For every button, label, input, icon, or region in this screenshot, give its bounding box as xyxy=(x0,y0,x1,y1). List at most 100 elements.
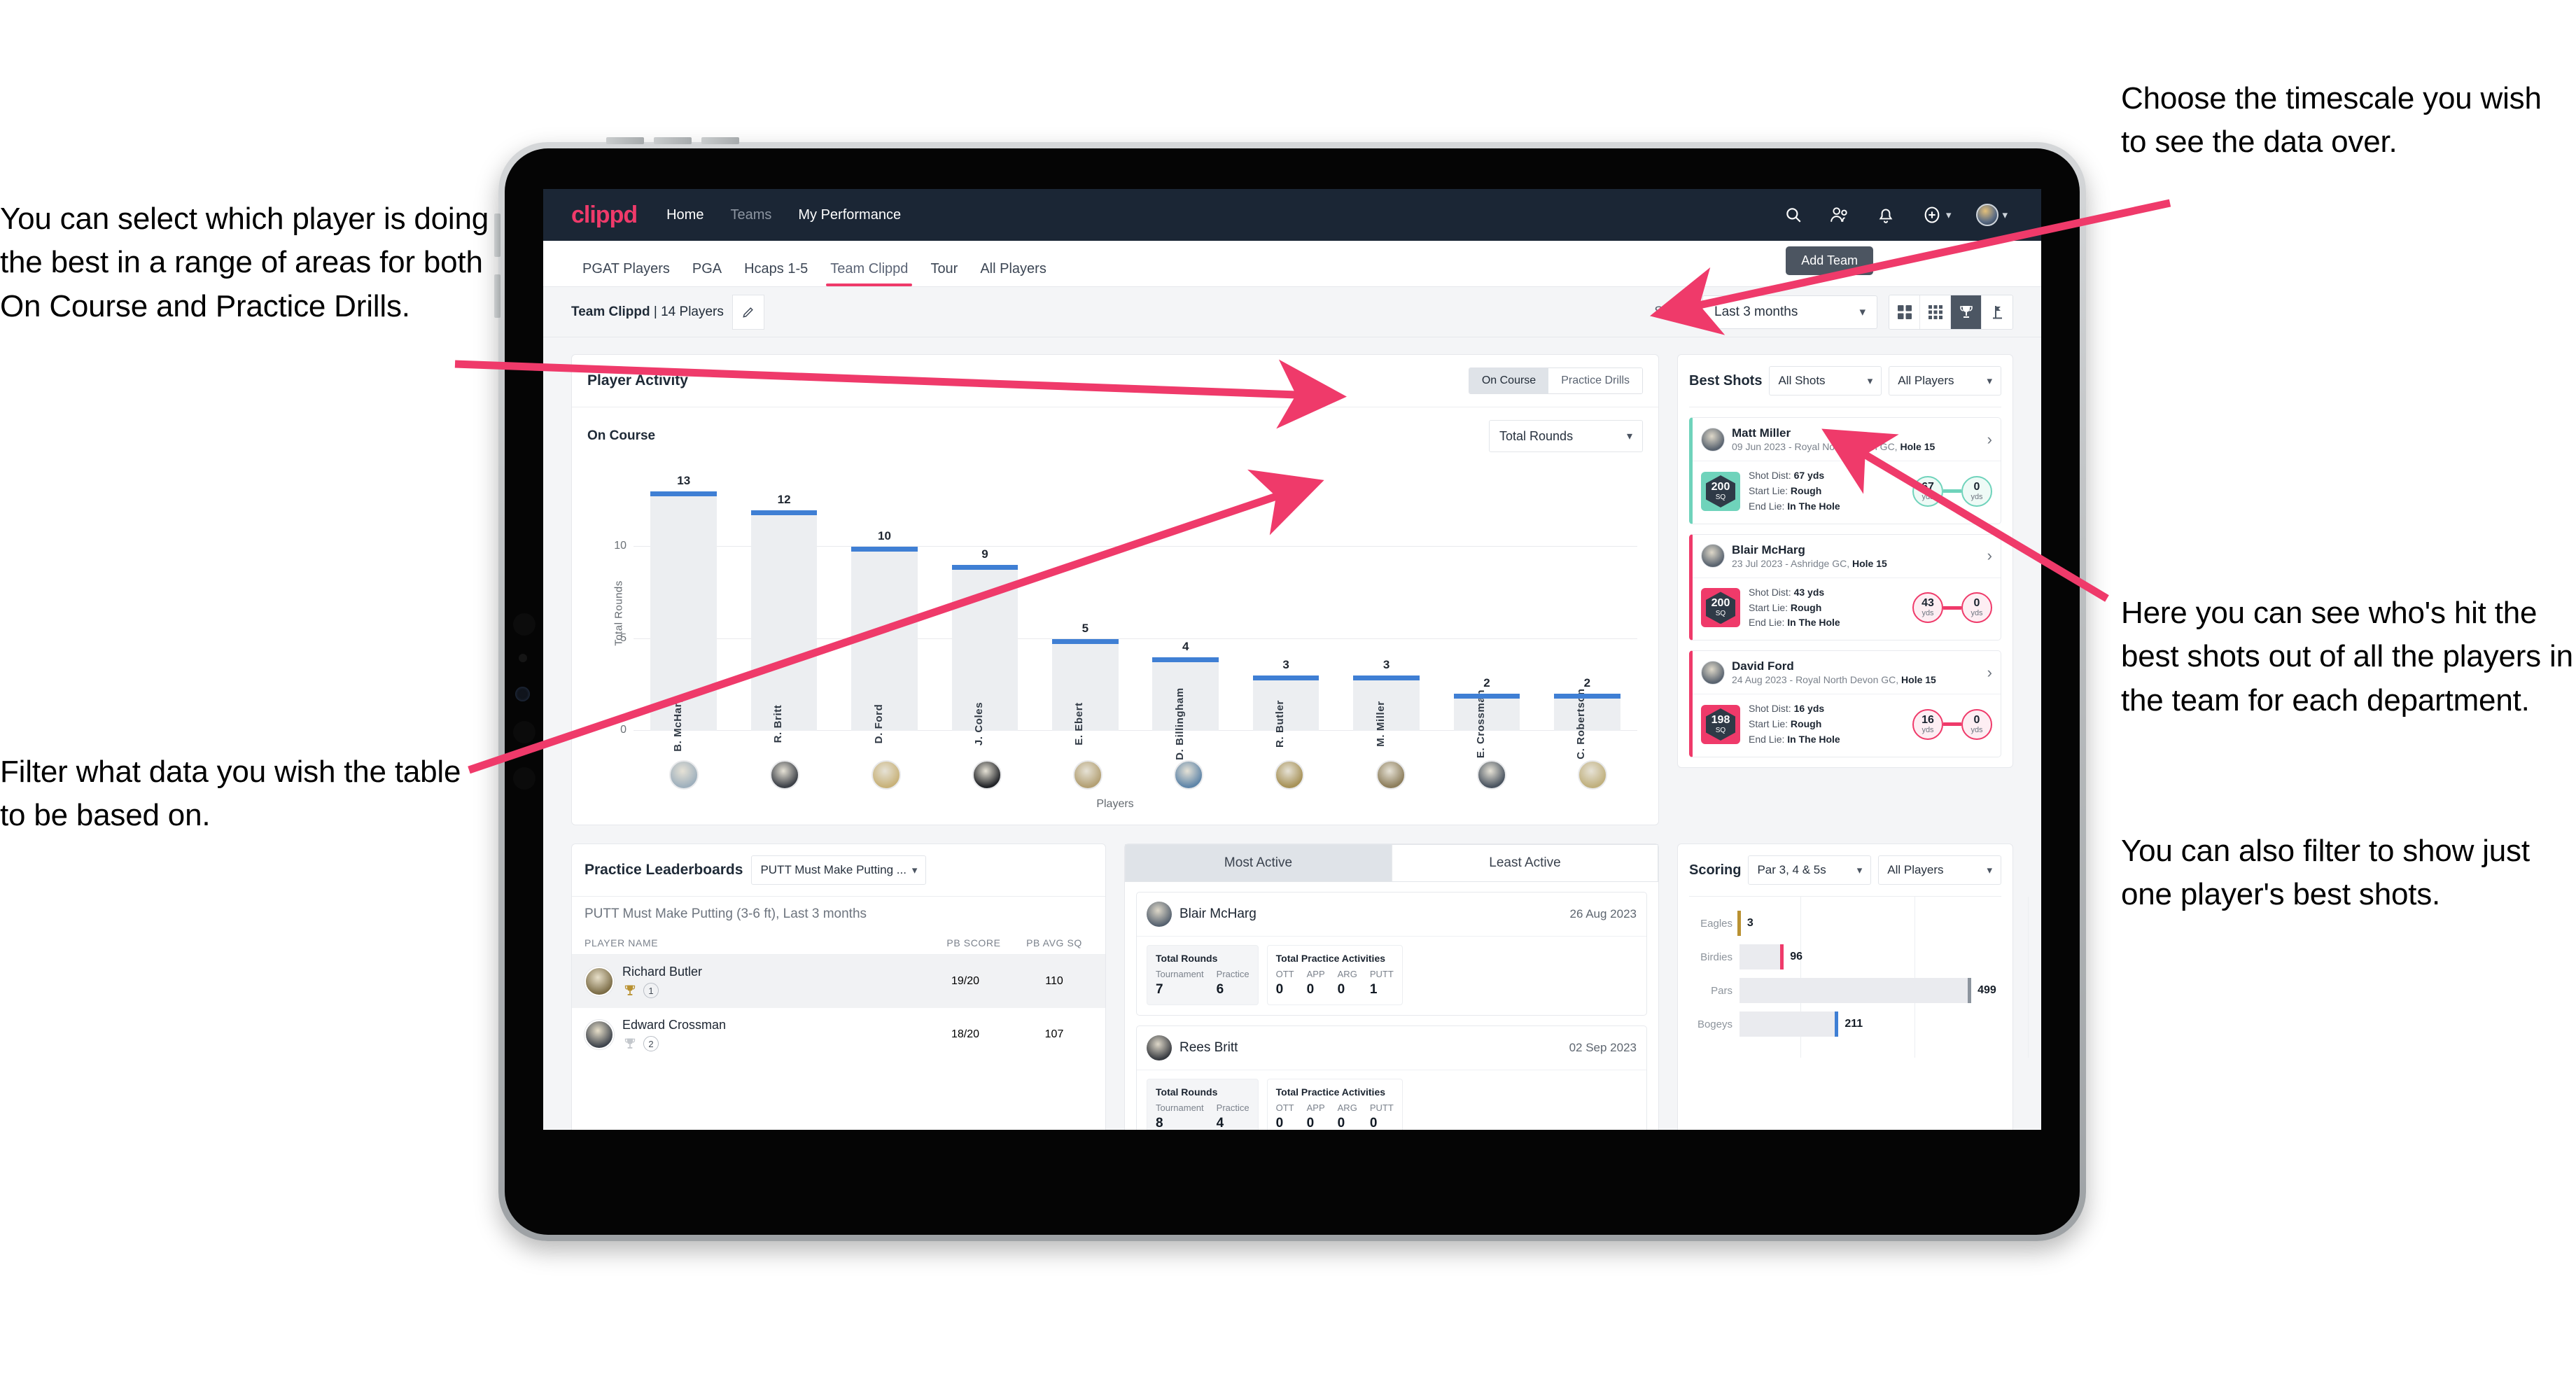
bar-item[interactable]: 2 E. Crossman xyxy=(1436,473,1536,758)
best-shot-card[interactable]: Blair McHarg 23 Jul 2023 - Ashridge GC, H… xyxy=(1689,533,2001,640)
tab-tour[interactable]: Tour xyxy=(919,261,969,286)
activity-card-item[interactable]: Blair McHarg 26 Aug 2023 Total Rounds Tourn… xyxy=(1136,892,1647,1016)
scoring-bar-row[interactable]: Eagles 3 xyxy=(1690,906,2000,940)
add-menu[interactable]: ▾ xyxy=(1921,204,1951,225)
avatar[interactable] xyxy=(871,760,901,790)
shot-card-header: David Ford 24 Aug 2023 - Royal North Devo… xyxy=(1693,651,2001,694)
view-toggle-group xyxy=(1889,294,2013,330)
scoring-bar-value: 211 xyxy=(1844,1018,1863,1030)
edit-team-button[interactable] xyxy=(732,294,764,330)
tab-team-clippd[interactable]: Team Clippd xyxy=(819,261,919,286)
player-avatar-cell[interactable] xyxy=(1441,760,1542,790)
topbar-actions: ▾ ▾ xyxy=(1783,204,2008,226)
best-shots-player-filter[interactable]: All Players ▾ xyxy=(1889,366,2001,396)
segment-practice-drills[interactable]: Practice Drills xyxy=(1548,368,1642,393)
search-icon[interactable] xyxy=(1783,204,1804,225)
scoring-par-filter[interactable]: Par 3, 4 & 5s ▾ xyxy=(1748,855,1872,885)
drill-select[interactable]: PUTT Must Make Putting ... ▾ xyxy=(751,855,927,885)
chevron-down-icon: ▾ xyxy=(1856,864,1863,876)
plus-circle-icon[interactable] xyxy=(1921,204,1942,225)
annotation-right-bottom: You can also filter to show just one pla… xyxy=(2121,834,2530,912)
player-avatar-cell[interactable] xyxy=(1037,760,1138,790)
rounds-stat: Tournament 8 xyxy=(1156,1102,1204,1130)
tab-pgat-players[interactable]: PGAT Players xyxy=(571,261,681,286)
leaderboard-row[interactable]: Edward Crossman 2 18/20 107 xyxy=(572,1008,1105,1061)
scoring-bar-row[interactable]: Pars 499 xyxy=(1690,974,2000,1007)
activity-card-item[interactable]: Rees Britt 02 Sep 2023 Total Rounds Tournam… xyxy=(1136,1026,1647,1130)
tab-pga[interactable]: PGA xyxy=(681,261,733,286)
nav-teams[interactable]: Teams xyxy=(730,207,771,223)
practice-stat: APP 0 xyxy=(1307,969,1325,997)
avatar[interactable] xyxy=(1275,760,1305,790)
player-avatar-cell[interactable] xyxy=(1340,760,1441,790)
shot-quality-chip: 200 SQ xyxy=(1701,471,1740,511)
bar-item[interactable]: 4 D. Billingham xyxy=(1135,473,1236,760)
tab-most-active[interactable]: Most Active xyxy=(1125,844,1392,882)
grid-4-icon[interactable] xyxy=(1889,295,1920,329)
bar-item[interactable]: 2 C. Robertson xyxy=(1537,473,1637,760)
timescale-select[interactable]: Last 3 months ▾ xyxy=(1702,295,1877,329)
nav-my-performance[interactable]: My Performance xyxy=(798,207,901,223)
bar-value-label: 10 xyxy=(878,529,891,543)
user-menu[interactable]: ▾ xyxy=(1976,204,2008,226)
bar-item[interactable]: 10 D. Ford xyxy=(834,473,934,743)
avatar[interactable] xyxy=(770,760,800,790)
avatar[interactable] xyxy=(1072,760,1102,790)
scoring-player-filter[interactable]: All Players ▾ xyxy=(1878,855,2002,885)
scoring-bar-value: 3 xyxy=(1746,917,1754,929)
col-pb-score: PB SCORE xyxy=(946,937,1001,948)
golf-flag-icon[interactable] xyxy=(1982,295,2012,329)
scoring-bar-track: 499 xyxy=(1740,974,2000,1007)
metric-select[interactable]: Total Rounds ▾ xyxy=(1489,420,1643,452)
bar-item[interactable]: 3 M. Miller xyxy=(1336,473,1436,747)
total-rounds-title: Total Rounds xyxy=(1156,1086,1218,1098)
tab-least-active[interactable]: Least Active xyxy=(1392,844,1658,882)
chevron-right-icon[interactable]: › xyxy=(1987,547,1992,565)
avatar[interactable] xyxy=(1976,204,1999,226)
chevron-right-icon[interactable]: › xyxy=(1987,430,1992,449)
tab-hcaps-1-5[interactable]: Hcaps 1-5 xyxy=(733,261,819,286)
player-avatar-cell[interactable] xyxy=(937,760,1037,790)
avatar[interactable] xyxy=(669,760,699,790)
bar-item[interactable]: 13 B. McHarg xyxy=(634,473,734,752)
toolbar-right: Show: Last 3 months ▾ xyxy=(1654,294,2013,330)
grid-9-icon[interactable] xyxy=(1920,295,1951,329)
scoring-bar xyxy=(1740,1011,1839,1037)
avatar[interactable] xyxy=(972,760,1002,790)
leaderboard-row[interactable]: Richard Butler 1 19/20 110 xyxy=(572,955,1105,1008)
avatar[interactable] xyxy=(1376,760,1406,790)
bar-item[interactable]: 12 R. Britt xyxy=(734,473,834,743)
avatar[interactable] xyxy=(1577,760,1607,790)
stat-key: Tournament xyxy=(1156,1102,1204,1113)
bar-value-label: 9 xyxy=(981,547,988,561)
chart-subheader: On Course Total Rounds ▾ xyxy=(572,407,1658,452)
avatar[interactable] xyxy=(1476,760,1506,790)
scoring-category-label: Birdies xyxy=(1700,951,1732,963)
player-avatar-cell[interactable] xyxy=(734,760,835,790)
people-icon[interactable] xyxy=(1829,204,1850,225)
avatar[interactable] xyxy=(1174,760,1204,790)
clippd-logo[interactable]: clippd xyxy=(571,202,638,229)
player-avatar-cell[interactable] xyxy=(835,760,936,790)
scoring-bar-row[interactable]: Bogeys 211 xyxy=(1690,1007,2000,1041)
bar-item[interactable]: 3 R. Butler xyxy=(1236,473,1336,748)
player-avatar-cell[interactable] xyxy=(1542,760,1643,790)
chevron-right-icon[interactable]: › xyxy=(1987,664,1992,682)
bar-item[interactable]: 5 E. Ebert xyxy=(1035,473,1135,746)
best-shot-card[interactable]: David Ford 24 Aug 2023 - Royal North Devo… xyxy=(1689,650,2001,757)
segment-on-course[interactable]: On Course xyxy=(1469,368,1549,393)
nav-home[interactable]: Home xyxy=(666,207,704,223)
best-shots-shot-filter[interactable]: All Shots ▾ xyxy=(1769,366,1882,396)
best-shot-card[interactable]: Matt Miller 09 Jun 2023 - Royal North Dev… xyxy=(1689,417,2001,524)
avatar xyxy=(1701,660,1725,685)
trophy-icon[interactable] xyxy=(1951,295,1982,329)
bell-icon[interactable] xyxy=(1875,204,1896,225)
bar-category-label: E. Crossman xyxy=(1474,689,1487,759)
player-avatar-cell[interactable] xyxy=(1239,760,1340,790)
tab-all-players[interactable]: All Players xyxy=(969,261,1057,286)
best-shots-header: Best Shots All Shots ▾ All Players ▾ xyxy=(1678,355,2012,407)
scoring-bar-row[interactable]: Birdies 96 xyxy=(1690,940,2000,974)
bar-item[interactable]: 9 J. Coles xyxy=(934,473,1035,746)
player-avatar-cell[interactable] xyxy=(634,760,734,790)
player-avatar-cell[interactable] xyxy=(1138,760,1239,790)
